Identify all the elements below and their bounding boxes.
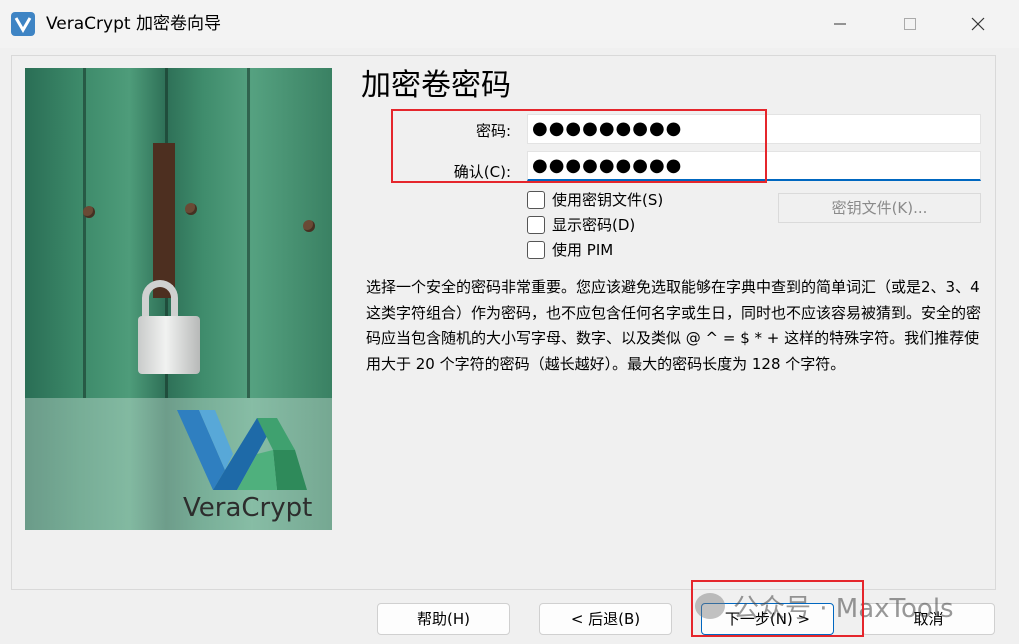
checkbox-label: 使用密钥文件(S) [552,191,664,209]
maximize-icon[interactable] [887,0,933,48]
checkbox-label: 使用 PIM [552,241,614,259]
password-guidance-text: 选择一个安全的密码非常重要。您应该避免选取能够在字典中查到的简单词汇（或是2、3… [366,278,982,373]
page-title: 加密卷密码 [361,68,511,103]
plank-seam [247,68,250,398]
checkbox-box[interactable] [527,191,545,209]
title-bar: VeraCrypt 加密卷向导 [0,0,1019,48]
use-keyfiles-checkbox[interactable]: 使用密钥文件(S) [527,189,663,211]
window-title: VeraCrypt 加密卷向导 [46,14,221,34]
back-button[interactable]: < 后退(B) [539,603,672,635]
nail-icon [303,220,315,232]
checkbox-label: 显示密码(D) [552,216,636,234]
veracrypt-app-icon [11,12,35,36]
help-button[interactable]: 帮助(H) [377,603,510,635]
checkbox-box[interactable] [527,241,545,259]
veracrypt-logo-icon [177,410,307,490]
minimize-icon[interactable] [817,0,863,48]
keyfiles-button[interactable]: 密钥文件(K)... [778,193,981,223]
checkbox-box[interactable] [527,216,545,234]
use-pim-checkbox[interactable]: 使用 PIM [527,239,613,261]
hasp [153,143,175,298]
next-annotation-box [691,580,864,637]
keyfiles-button-label: 密钥文件(K)... [831,199,928,217]
brand-text: VeraCrypt [183,493,313,523]
close-icon[interactable] [955,0,1001,48]
veracrypt-padlock-artwork: VeraCrypt [25,68,332,530]
nail-icon [185,203,197,215]
plank-seam [83,68,86,398]
password-annotation-box [391,109,767,183]
padlock-icon [138,316,200,374]
nail-icon [83,206,95,218]
show-password-checkbox[interactable]: 显示密码(D) [527,214,635,236]
